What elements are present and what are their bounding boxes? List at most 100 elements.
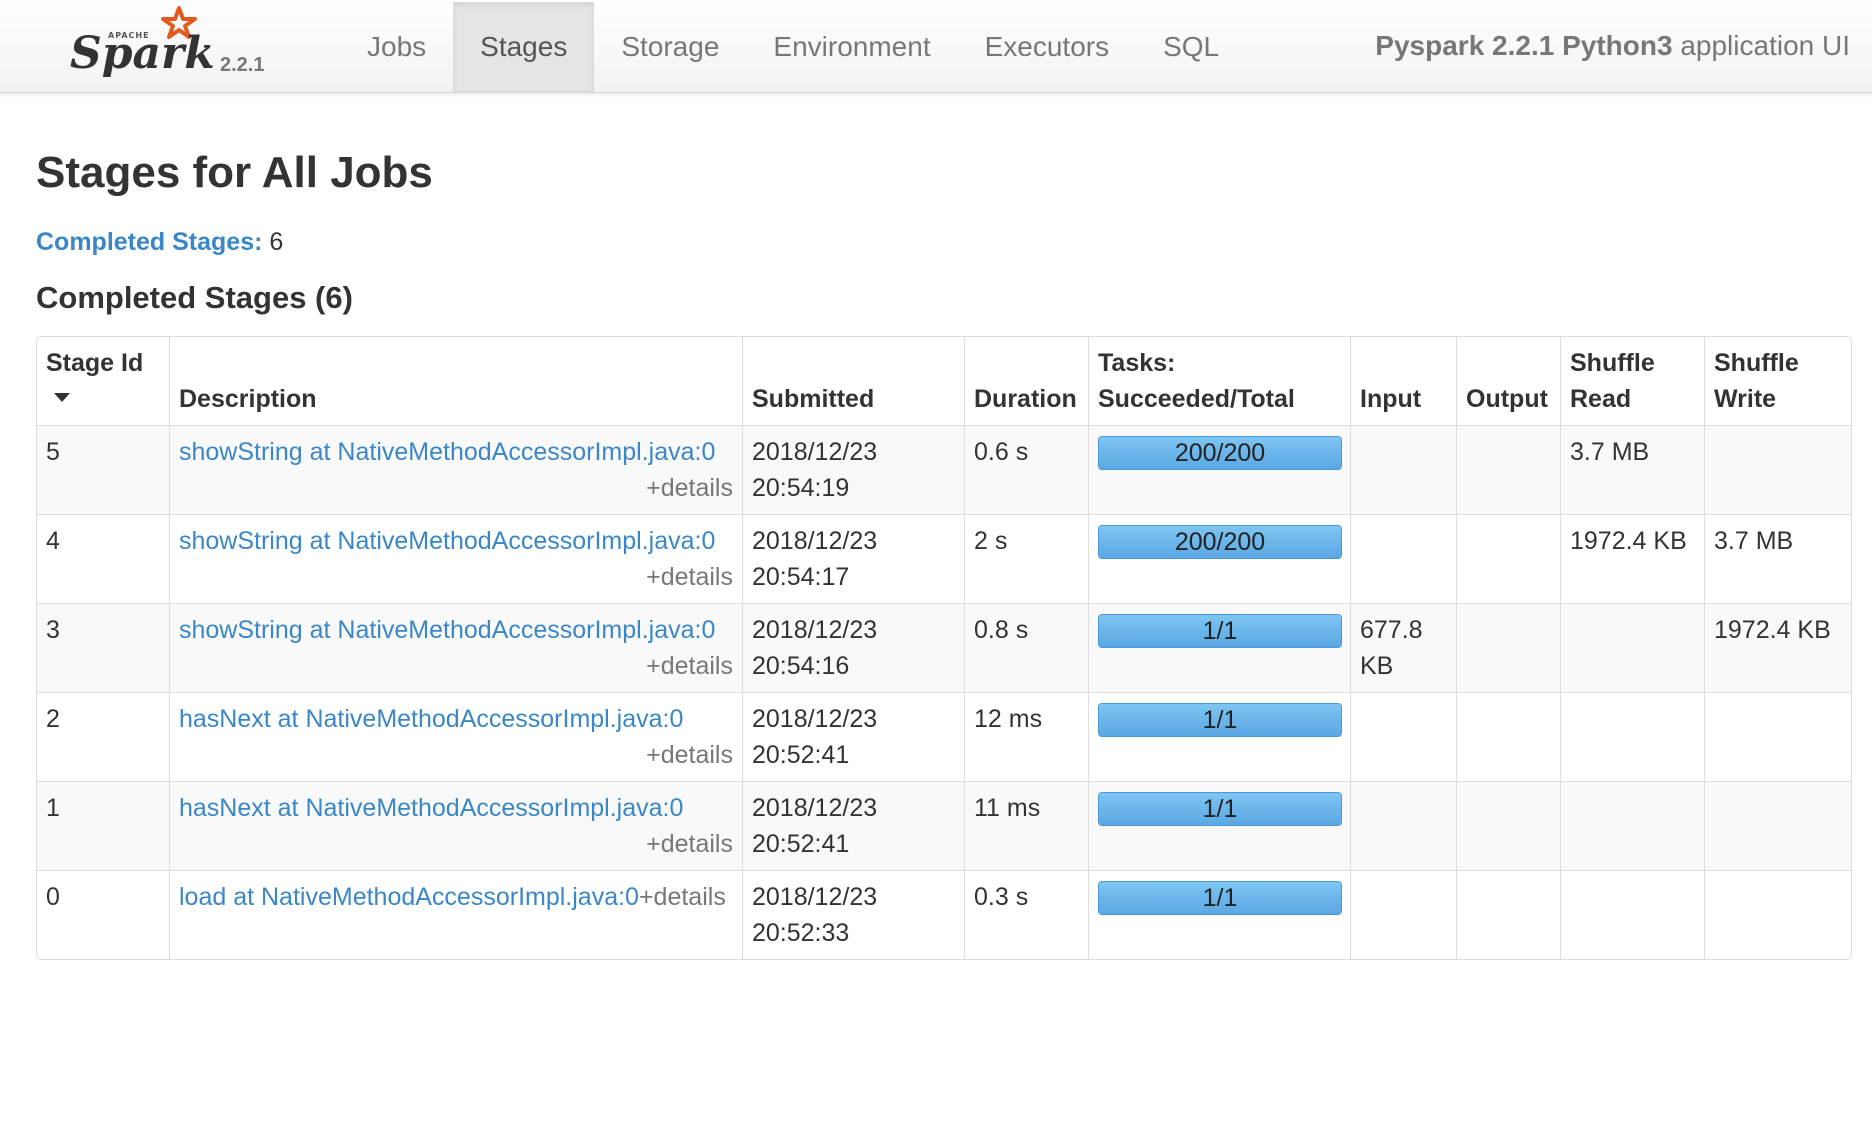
shuffle-read-cell [1560,603,1704,692]
submitted-time: 20:52:33 [752,919,850,947]
tasks-cell: 200/200 [1088,514,1350,603]
submitted-time: 20:52:41 [752,741,850,769]
tasks-progress-bar: 1/1 [1098,881,1342,915]
tab-storage[interactable]: Storage [594,2,746,92]
header-shuffle-write[interactable]: Shuffle Write [1704,337,1851,425]
stage-id-cell: 0 [37,870,169,959]
stage-summary: Completed Stages: 6 [36,228,283,257]
stage-description-link[interactable]: hasNext at NativeMethodAccessorImpl.java… [179,794,683,822]
tab-executors[interactable]: Executors [958,2,1137,92]
submitted-time: 20:54:19 [752,474,850,502]
completed-stages-table: Stage Id Description Submitted Duration … [36,336,1852,960]
stage-description-link[interactable]: showString at NativeMethodAccessorImpl.j… [179,616,715,644]
stage-description-link[interactable]: showString at NativeMethodAccessorImpl.j… [179,527,715,555]
header-input[interactable]: Input [1350,337,1456,425]
description-cell: showString at NativeMethodAccessorImpl.j… [169,514,742,603]
input-cell: 677.8 KB [1350,603,1456,692]
tab-sql[interactable]: SQL [1136,2,1246,92]
completed-stages-link[interactable]: Completed Stages: [36,228,262,256]
tasks-cell: 1/1 [1088,603,1350,692]
shuffle-write-cell [1704,870,1851,959]
submitted-cell: 2018/12/23 20:54:16 [742,603,964,692]
shuffle-read-cell: 1972.4 KB [1560,514,1704,603]
application-name: Pyspark 2.2.1 Python3 application UI [1375,0,1850,92]
details-toggle[interactable]: +details [179,648,733,684]
submitted-time: 20:54:16 [752,652,850,680]
details-toggle[interactable]: +details [639,883,726,911]
progress-label: 1/1 [1202,884,1238,912]
duration-cell: 0.3 s [964,870,1088,959]
output-cell [1456,603,1560,692]
tab-jobs[interactable]: Jobs [340,2,453,92]
submitted-time: 20:54:17 [752,563,850,591]
header-tasks-line1: Tasks: [1098,349,1176,377]
shuffle-read-cell: 3.7 MB [1560,425,1704,514]
spark-version: 2.2.1 [220,54,265,76]
progress-label: 1/1 [1202,617,1238,645]
submitted-cell: 2018/12/23 20:54:17 [742,514,964,603]
output-cell [1456,692,1560,781]
progress-label: 1/1 [1202,795,1238,823]
submitted-cell: 2018/12/23 20:52:41 [742,692,964,781]
submitted-date: 2018/12/23 [752,794,878,822]
stage-description-link[interactable]: hasNext at NativeMethodAccessorImpl.java… [179,705,683,733]
top-navbar: APACHE Spark 2.2.1 Jobs Stages Storage E… [0,0,1872,93]
submitted-date: 2018/12/23 [752,527,878,555]
header-description[interactable]: Description [169,337,742,425]
tasks-progress-bar: 200/200 [1098,436,1342,470]
stage-id-cell: 5 [37,425,169,514]
input-cell [1350,870,1456,959]
tasks-cell: 1/1 [1088,692,1350,781]
tab-stages[interactable]: Stages [453,2,595,92]
stage-description-link[interactable]: showString at NativeMethodAccessorImpl.j… [179,438,715,466]
stage-id-cell: 1 [37,781,169,870]
header-shuffle-read[interactable]: Shuffle Read [1560,337,1704,425]
header-output[interactable]: Output [1456,337,1560,425]
header-shuffle-write-line2: Write [1714,385,1777,413]
shuffle-write-cell [1704,425,1851,514]
table-row: 3 showString at NativeMethodAccessorImpl… [37,603,1851,692]
table-header-row: Stage Id Description Submitted Duration … [37,337,1851,425]
header-submitted[interactable]: Submitted [742,337,964,425]
shuffle-write-cell [1704,692,1851,781]
input-cell [1350,514,1456,603]
input-cell [1350,781,1456,870]
details-toggle[interactable]: +details [179,737,733,773]
page-title: Stages for All Jobs [36,148,433,197]
tasks-cell: 1/1 [1088,781,1350,870]
stage-id-cell: 4 [37,514,169,603]
header-stage-id[interactable]: Stage Id [37,337,169,425]
details-toggle[interactable]: +details [179,559,733,595]
stage-id-cell: 3 [37,603,169,692]
header-duration[interactable]: Duration [964,337,1088,425]
tasks-progress-bar: 1/1 [1098,614,1342,648]
submitted-date: 2018/12/23 [752,883,878,911]
details-toggle[interactable]: +details [179,826,733,862]
spark-logo-icon: APACHE Spark [70,6,215,79]
submitted-date: 2018/12/23 [752,705,878,733]
progress-label: 200/200 [1174,528,1266,556]
table-row: 0 load at NativeMethodAccessorImpl.java:… [37,870,1851,959]
submitted-time: 20:52:41 [752,830,850,858]
output-cell [1456,425,1560,514]
header-shuffle-read-line2: Read [1570,385,1632,413]
duration-cell: 0.6 s [964,425,1088,514]
header-tasks[interactable]: Tasks: Succeeded/Total [1088,337,1350,425]
progress-label: 1/1 [1202,706,1238,734]
description-cell: hasNext at NativeMethodAccessorImpl.java… [169,692,742,781]
shuffle-write-cell: 1972.4 KB [1704,603,1851,692]
submitted-date: 2018/12/23 [752,616,878,644]
submitted-date: 2018/12/23 [752,438,878,466]
table-row: 5 showString at NativeMethodAccessorImpl… [37,425,1851,514]
shuffle-read-cell [1560,692,1704,781]
completed-stages-heading[interactable]: Completed Stages (6) [36,280,353,316]
input-cell [1350,692,1456,781]
description-cell: hasNext at NativeMethodAccessorImpl.java… [169,781,742,870]
spark-logo[interactable]: APACHE Spark 2.2.1 [70,4,280,88]
table-row: 2 hasNext at NativeMethodAccessorImpl.ja… [37,692,1851,781]
stage-description-link[interactable]: load at NativeMethodAccessorImpl.java:0 [179,883,639,911]
duration-cell: 12 ms [964,692,1088,781]
output-cell [1456,514,1560,603]
tab-environment[interactable]: Environment [746,2,957,92]
details-toggle[interactable]: +details [179,470,733,506]
